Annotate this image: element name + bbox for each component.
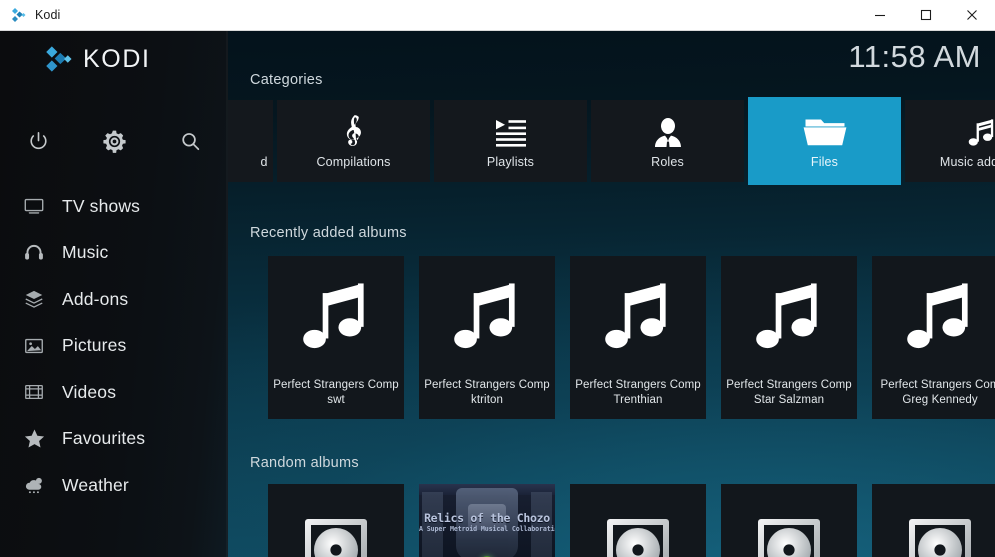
- sidebar-item-label: Add-ons: [62, 288, 129, 309]
- category-tile-label: Playlists: [486, 155, 535, 169]
- settings-gear-icon[interactable]: [76, 123, 152, 159]
- album-tile[interactable]: Perfect Strangers Com Greg Kennedy: [872, 256, 995, 419]
- music-note-icon: [570, 256, 706, 378]
- music-note-icon: [268, 256, 404, 378]
- kodi-content-root: KODI TV shows Music Add-ons Pictures Vid…: [0, 31, 995, 557]
- sidebar-item-label: Weather: [62, 474, 129, 495]
- window-titlebar: Kodi: [0, 0, 995, 31]
- album-cover-art: Relics of the Chozo A Super Metroid Musi…: [419, 484, 555, 557]
- sidebar-item-label: Favourites: [62, 428, 146, 449]
- music-note-icon: [419, 256, 555, 378]
- sidebar-logo-text: KODI: [83, 44, 151, 73]
- album-title-line1: Perfect Strangers Comp: [273, 379, 399, 391]
- close-button[interactable]: [949, 0, 995, 30]
- sidebar-item-tv-shows[interactable]: TV shows: [0, 183, 228, 230]
- category-tile-label: Roles: [651, 155, 684, 169]
- album-title-line2: Greg Kennedy: [902, 394, 978, 406]
- album-title-line1: Perfect Strangers Comp: [575, 379, 701, 391]
- weather-cloud-sun-icon: [12, 474, 56, 497]
- album-cover-image: Relics of the Chozo A Super Metroid Musi…: [419, 484, 555, 557]
- headphones-icon: [12, 242, 56, 264]
- album-title-line2: Trenthian: [613, 394, 663, 406]
- music-note-icon: [967, 113, 995, 153]
- album-title-line1: Perfect Strangers Comp: [726, 379, 852, 391]
- categories-section-title: Categories: [250, 72, 323, 88]
- treble-clef-icon: [339, 113, 369, 153]
- search-icon[interactable]: [152, 123, 228, 159]
- category-tile-playlists[interactable]: Playlists: [434, 100, 587, 182]
- category-tile-files[interactable]: Files: [748, 97, 901, 185]
- album-tile[interactable]: Perfect Strangers Comp ktriton: [419, 256, 555, 419]
- tv-icon: [12, 195, 56, 217]
- sidebar: KODI TV shows Music Add-ons Pictures Vid…: [0, 31, 228, 557]
- sidebar-item-music[interactable]: Music: [0, 230, 228, 277]
- disc-case-icon: [721, 484, 857, 557]
- album-tile[interactable]: Perfect Strangers Comp Star Salzman: [721, 256, 857, 419]
- category-tile-roles[interactable]: Roles: [591, 100, 744, 182]
- playlist-icon: [494, 113, 528, 153]
- album-title-line1: Perfect Strangers Comp: [424, 379, 550, 391]
- picture-icon: [12, 335, 56, 357]
- album-title-line2: Star Salzman: [753, 394, 825, 406]
- sidebar-item-label: Music: [62, 242, 109, 263]
- sidebar-item-label: Videos: [62, 381, 117, 402]
- addons-box-icon: [12, 288, 56, 310]
- sidebar-item-label: TV shows: [62, 195, 141, 216]
- folder-icon: [802, 113, 848, 153]
- category-tile-label: d: [260, 155, 268, 169]
- sidebar-item-weather[interactable]: Weather: [0, 462, 228, 509]
- album-tile[interactable]: [721, 484, 857, 557]
- cover-title: Relics of the Chozo: [424, 511, 550, 525]
- star-icon: [12, 427, 56, 450]
- album-title-line1: Perfect Strangers Com: [880, 379, 995, 391]
- album-tile[interactable]: [268, 484, 404, 557]
- category-tile-label: Files: [810, 155, 839, 169]
- maximize-button[interactable]: [903, 0, 949, 30]
- category-tile-music-add-ons[interactable]: Music add-ons: [905, 100, 995, 182]
- cover-subtitle: A Super Metroid Musical Collaboration: [419, 525, 555, 533]
- kodi-logo-icon: [10, 7, 26, 23]
- category-tile-partial[interactable]: d: [228, 100, 273, 182]
- album-tile[interactable]: [570, 484, 706, 557]
- sidebar-item-add-ons[interactable]: Add-ons: [0, 276, 228, 323]
- recently-added-section-title: Recently added albums: [250, 225, 407, 241]
- album-tile[interactable]: Perfect Strangers Comp Trenthian: [570, 256, 706, 419]
- power-icon[interactable]: [0, 123, 76, 159]
- music-note-icon: [721, 256, 857, 378]
- sidebar-item-videos[interactable]: Videos: [0, 369, 228, 416]
- kodi-app-window: Kodi KODI TV shows Music Add-ons Picture…: [0, 0, 995, 557]
- sidebar-item-pictures[interactable]: Pictures: [0, 323, 228, 370]
- music-note-icon: [872, 256, 995, 378]
- kodi-logo-icon: [42, 44, 72, 74]
- clock: 11:58 AM: [848, 39, 981, 74]
- main-content: 11:58 AM Categories d Compilations Playl…: [228, 31, 995, 557]
- sidebar-logo: KODI: [42, 44, 151, 74]
- album-title-line2: ktriton: [470, 394, 504, 406]
- disc-case-icon: [570, 484, 706, 557]
- minimize-button[interactable]: [857, 0, 903, 30]
- sidebar-quick-icons: [0, 123, 228, 159]
- categories-strip[interactable]: d Compilations Playlists Roles Files Mus…: [228, 97, 995, 185]
- sidebar-item-favourites[interactable]: Favourites: [0, 416, 228, 463]
- person-tie-icon: [653, 113, 683, 153]
- album-title-line2: swt: [327, 394, 345, 406]
- category-tile-compilations[interactable]: Compilations: [277, 100, 430, 182]
- random-albums-section-title: Random albums: [250, 455, 359, 471]
- album-tile[interactable]: Perfect Strangers Comp swt: [268, 256, 404, 419]
- sidebar-item-label: Pictures: [62, 335, 127, 356]
- recently-added-strip[interactable]: Perfect Strangers Comp swt Perfect Stran…: [268, 256, 995, 419]
- film-strip-icon: [12, 381, 56, 403]
- album-tile[interactable]: [872, 484, 995, 557]
- category-tile-label: Compilations: [316, 155, 391, 169]
- sidebar-nav-list: TV shows Music Add-ons Pictures Videos F…: [0, 183, 228, 509]
- disc-case-icon: [872, 484, 995, 557]
- random-albums-strip[interactable]: Relics of the Chozo A Super Metroid Musi…: [268, 484, 995, 557]
- album-tile[interactable]: Relics of the Chozo A Super Metroid Musi…: [419, 484, 555, 557]
- window-title: Kodi: [35, 8, 61, 22]
- category-tile-label: Music add-ons: [939, 155, 995, 169]
- disc-case-icon: [268, 484, 404, 557]
